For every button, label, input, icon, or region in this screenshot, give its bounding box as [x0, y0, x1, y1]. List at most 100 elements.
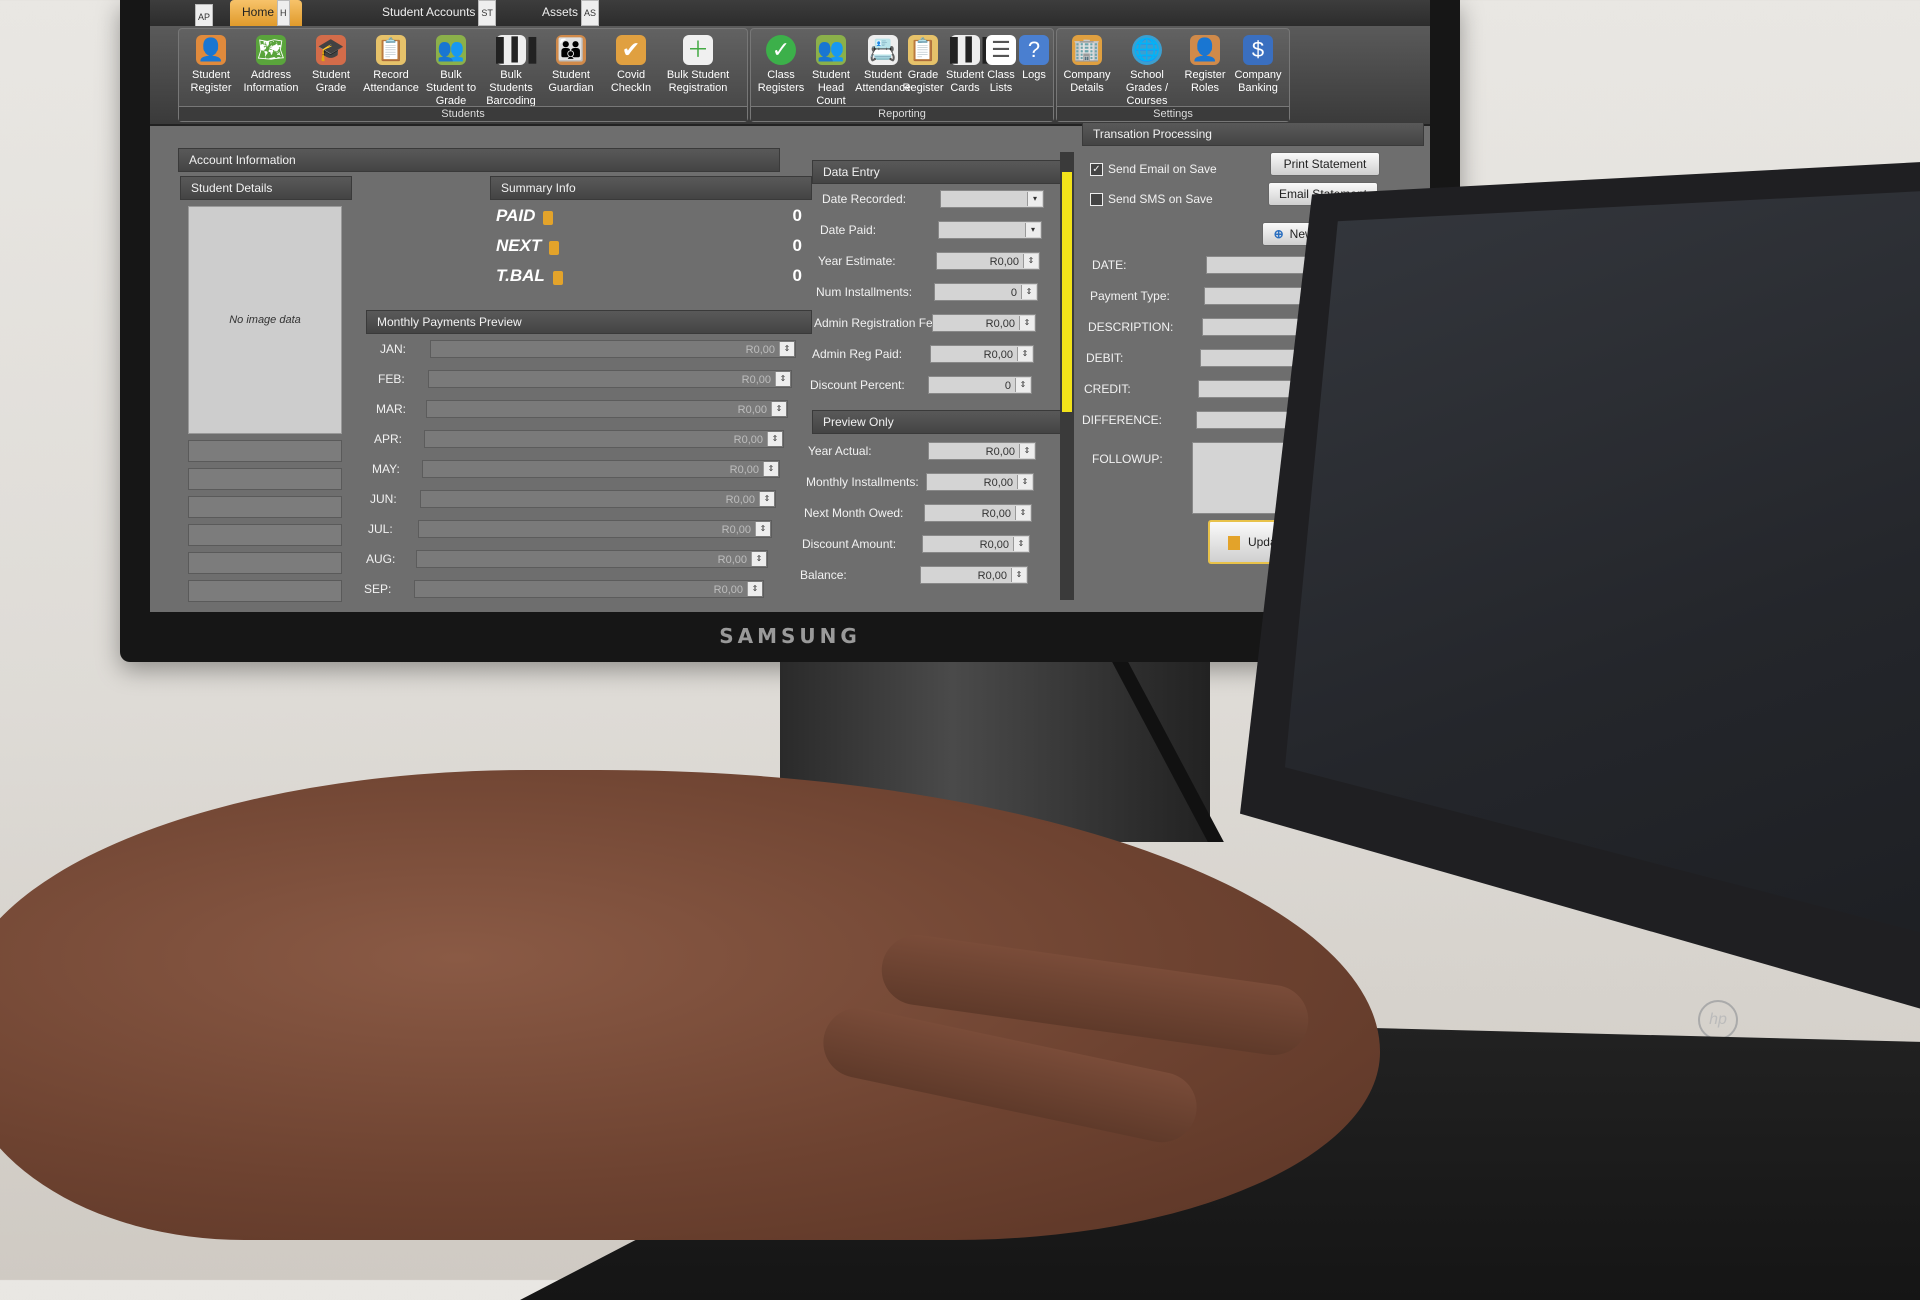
register-roles-label: Register Roles	[1184, 69, 1226, 94]
numeric-stepper[interactable]: R0,00 ⇕	[930, 345, 1034, 363]
covid-checkin-label: Covid CheckIn	[610, 69, 652, 94]
hp-logo-icon: hp	[1698, 1000, 1738, 1040]
spinner-icon[interactable]: ⇕	[767, 432, 782, 446]
send-sms-label: Send SMS on Save	[1108, 192, 1213, 206]
bulk-student-registration-button[interactable]: ＋ Bulk Student Registration	[663, 35, 733, 95]
student-register-icon: 👤	[196, 35, 226, 65]
spinner-icon[interactable]: ⇕	[775, 372, 790, 386]
summary-paid-label: PAID	[496, 206, 536, 225]
spinner-icon[interactable]: ⇕	[1017, 347, 1032, 361]
student-grade-button[interactable]: 🎓 Student Grade	[303, 35, 359, 95]
month-payment-field[interactable]: R0,00 ⇕	[428, 370, 792, 388]
spinner-icon[interactable]: ⇕	[771, 402, 786, 416]
spinner-icon[interactable]: ⇕	[763, 462, 778, 476]
banking-icon: $	[1243, 35, 1273, 65]
month-payment-field[interactable]: R0,00 ⇕	[420, 490, 776, 508]
data-entry-value: R0,00	[985, 318, 1015, 330]
student-detail-field[interactable]	[188, 552, 342, 574]
spinner-icon[interactable]: ⇕	[747, 582, 762, 596]
attendance-icon: 📇	[868, 35, 898, 65]
covid-checkin-button[interactable]: ✔ Covid CheckIn	[603, 35, 659, 95]
students-group-label: Students	[179, 106, 747, 121]
spinner-icon[interactable]: ⇕	[755, 522, 770, 536]
send-email-checkbox[interactable]: ✓ Send Email on Save	[1090, 162, 1217, 177]
student-guardian-button[interactable]: 👪 Student Guardian	[543, 35, 599, 95]
school-grades-courses-button[interactable]: 🌐 School Grades / Courses	[1115, 35, 1179, 108]
preview-value: R0,00	[979, 539, 1009, 551]
month-payment-field[interactable]: R0,00 ⇕	[416, 550, 768, 568]
month-payment-field[interactable]: R0,00 ⇕	[426, 400, 788, 418]
month-payment-value: R0,00	[737, 404, 767, 416]
bulk-students-barcoding-button[interactable]: ▌▍▌ Bulk Students Barcoding	[483, 35, 544, 108]
student-detail-field[interactable]	[188, 496, 342, 518]
spinner-icon[interactable]: ⇕	[1015, 506, 1030, 520]
numeric-stepper[interactable]: 0 ⇕	[928, 376, 1032, 394]
bulk-student-to-grade-button[interactable]: 👥 Bulk Student to Grade	[423, 35, 479, 108]
student-cards-button[interactable]: ▌▍▌ Student Cards	[943, 35, 998, 95]
month-label: AUG:	[366, 552, 396, 566]
spinner-icon[interactable]: ⇕	[1021, 285, 1036, 299]
class-lists-button[interactable]: ☰ Class Lists	[983, 35, 1019, 95]
numeric-stepper[interactable]: R0,00 ⇕	[932, 314, 1036, 332]
company-banking-button[interactable]: $ Company Banking	[1231, 35, 1285, 95]
numeric-stepper[interactable]: R0,00 ⇕	[936, 252, 1040, 270]
preview-only-header: Preview Only	[812, 410, 1064, 434]
date-picker[interactable]: ▾	[940, 190, 1044, 208]
tab-assets[interactable]: Assets AS	[530, 0, 611, 26]
month-payment-field[interactable]: R0,00 ⇕	[418, 520, 772, 538]
student-detail-field[interactable]	[188, 468, 342, 490]
company-details-button[interactable]: 🏢 Company Details	[1059, 35, 1115, 95]
vertical-scrollbar[interactable]	[1060, 152, 1074, 600]
logs-label: Logs	[1022, 69, 1046, 81]
monitor-brand-logo: SAMSUNG	[719, 624, 861, 648]
class-registers-label: Class Registers	[757, 69, 805, 94]
class-registers-button[interactable]: ✓ Class Registers	[753, 35, 809, 95]
student-guardian-label: Student Guardian	[548, 69, 594, 94]
summary-paid-value: 0	[792, 206, 802, 225]
scrollbar-thumb[interactable]	[1062, 172, 1072, 412]
dropdown-arrow-icon[interactable]: ▾	[1025, 223, 1040, 237]
record-attendance-button[interactable]: 📋 Record Attendance	[363, 35, 419, 95]
student-detail-field[interactable]	[188, 440, 342, 462]
spinner-icon[interactable]: ⇕	[1013, 537, 1028, 551]
student-detail-field[interactable]	[188, 580, 342, 602]
dropdown-arrow-icon[interactable]: ▾	[1027, 192, 1042, 206]
logs-button[interactable]: ? Logs	[1017, 35, 1051, 82]
month-payment-field[interactable]: R0,00 ⇕	[422, 460, 780, 478]
month-label: APR:	[374, 432, 403, 446]
student-register-button[interactable]: 👤 Student Register	[183, 35, 239, 95]
preview-value-field: R0,00 ⇕	[926, 473, 1034, 491]
numeric-stepper[interactable]: 0 ⇕	[934, 283, 1038, 301]
student-detail-field[interactable]	[188, 524, 342, 546]
spinner-icon[interactable]: ⇕	[1019, 316, 1034, 330]
month-payment-value: R0,00	[729, 464, 759, 476]
checkbox-checked-icon: ✓	[1090, 163, 1103, 177]
data-entry-value: 0	[1004, 380, 1011, 392]
month-payment-field[interactable]: R0,00 ⇕	[424, 430, 784, 448]
send-sms-checkbox[interactable]: Send SMS on Save	[1090, 192, 1213, 207]
student-head-count-button[interactable]: 👥 Student Head Count	[803, 35, 859, 108]
monthly-payments-header: Monthly Payments Preview	[366, 310, 812, 334]
spinner-icon[interactable]: ⇕	[1017, 475, 1032, 489]
month-payment-field[interactable]: R0,00 ⇕	[430, 340, 796, 358]
address-information-button[interactable]: 🗺 Address Information	[243, 35, 299, 95]
transaction-label: DIFFERENCE:	[1082, 413, 1163, 427]
grade-register-button[interactable]: 📋 Grade Register	[901, 35, 945, 95]
spinner-icon[interactable]: ⇕	[1023, 254, 1038, 268]
print-statement-button[interactable]: Print Statement	[1270, 152, 1380, 176]
spinner-icon[interactable]: ⇕	[779, 342, 794, 356]
spinner-icon[interactable]: ⇕	[759, 492, 774, 506]
date-picker[interactable]: ▾	[938, 221, 1042, 239]
tab-student-accounts[interactable]: Student Accounts ST	[370, 0, 508, 26]
month-payment-field[interactable]: R0,00 ⇕	[414, 580, 764, 598]
save-coin-icon	[1227, 535, 1240, 550]
spinner-icon[interactable]: ⇕	[1019, 444, 1034, 458]
tab-home[interactable]: Home H	[230, 0, 302, 26]
spinner-icon[interactable]: ⇕	[751, 552, 766, 566]
register-roles-button[interactable]: 👤 Register Roles	[1179, 35, 1231, 95]
student-head-count-label: Student Head Count	[812, 69, 850, 107]
data-entry-label: Admin Registration Fees:	[814, 316, 949, 330]
spinner-icon[interactable]: ⇕	[1015, 378, 1030, 392]
headcount-icon: 👥	[816, 35, 846, 65]
spinner-icon[interactable]: ⇕	[1011, 568, 1026, 582]
